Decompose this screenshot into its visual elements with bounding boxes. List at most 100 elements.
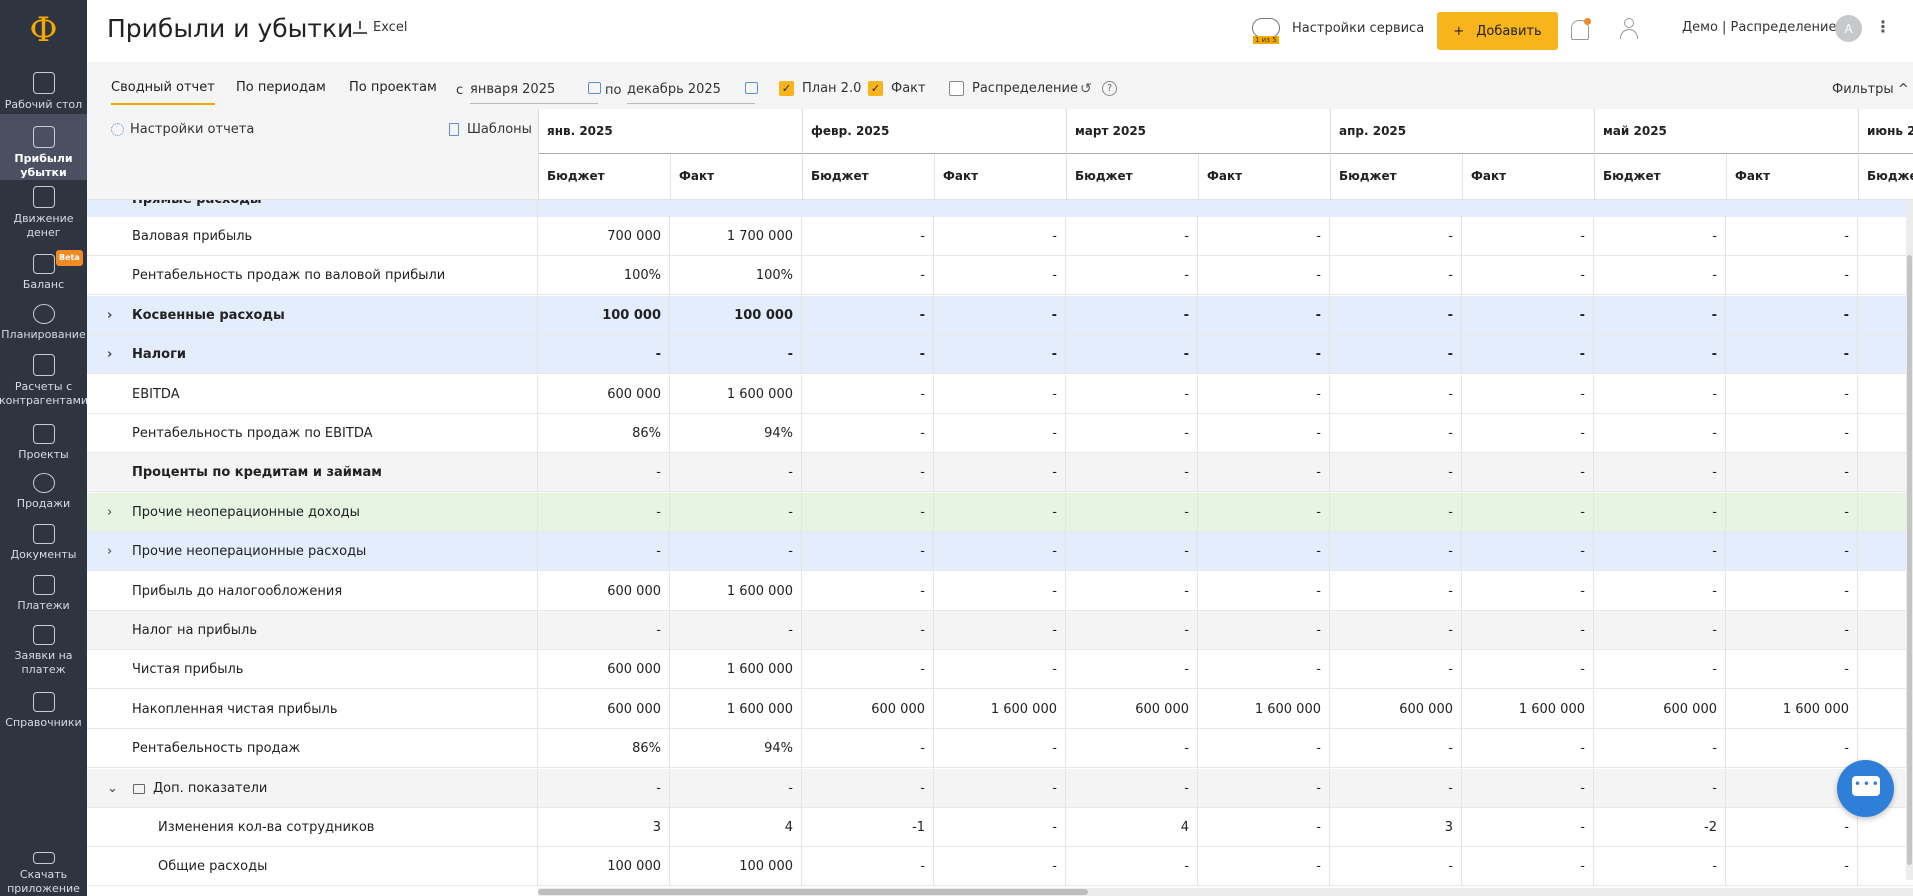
tab-summary[interactable]: Сводный отчет <box>111 80 215 105</box>
fact-cell[interactable]: - <box>934 768 1066 808</box>
budget-cell[interactable]: - <box>1858 414 1913 453</box>
budget-cell[interactable]: - <box>1066 414 1198 453</box>
fact-cell[interactable]: - <box>1726 414 1858 453</box>
budget-cell[interactable]: - <box>1330 335 1462 375</box>
templates-button[interactable]: Шаблоны <box>449 122 532 137</box>
budget-cell[interactable]: - <box>802 374 934 414</box>
budget-cell[interactable]: - <box>1594 729 1726 769</box>
fact-cell[interactable]: - <box>1198 571 1330 611</box>
budget-cell[interactable]: - <box>1330 571 1462 611</box>
budget-column-header[interactable]: Бюджет <box>1331 155 1463 200</box>
fact-cell[interactable]: - <box>934 335 1066 375</box>
budget-cell[interactable]: - <box>1594 847 1726 887</box>
fact-cell[interactable]: - <box>1726 335 1858 375</box>
budget-cell[interactable]: - <box>802 532 934 572</box>
budget-cell[interactable]: - <box>1594 492 1726 532</box>
chevron-down-icon[interactable]: ⌄ <box>107 781 118 796</box>
fact-cell[interactable]: - <box>1726 847 1858 887</box>
fact-cell[interactable]: - <box>934 571 1066 611</box>
budget-cell[interactable]: - <box>1066 295 1198 335</box>
table-row[interactable]: Общие расходы100 000100 000--------- <box>87 847 1913 887</box>
table-row[interactable]: Рентабельность продаж по валовой прибыли… <box>87 256 1913 296</box>
budget-cell[interactable]: - <box>538 532 670 572</box>
fact-cell[interactable]: - <box>1726 729 1858 769</box>
table-row[interactable]: Чистая прибыль600 0001 600 000--------- <box>87 650 1913 690</box>
budget-cell[interactable]: - <box>1330 768 1462 808</box>
table-row[interactable]: Прибыль до налогообложения 600 000 1 600 0… <box>87 571 1913 611</box>
budget-column-header[interactable]: Бюджет <box>803 155 935 200</box>
budget-cell[interactable]: - <box>1594 768 1726 808</box>
budget-cell[interactable]: - <box>538 492 670 532</box>
calendar-icon[interactable] <box>745 82 758 94</box>
budget-cell[interactable]: - <box>1594 414 1726 453</box>
budget-cell[interactable]: - <box>538 453 670 493</box>
fact-cell[interactable]: 94% <box>670 729 802 769</box>
reset-icon[interactable]: ↺ <box>1080 81 1092 97</box>
sidebar-item-0[interactable]: Рабочий стол <box>0 70 87 112</box>
fact-cell[interactable]: - <box>1462 808 1594 847</box>
budget-cell[interactable]: - <box>1594 611 1726 650</box>
budget-cell[interactable]: - <box>1330 414 1462 453</box>
fact-cell[interactable]: - <box>1198 374 1330 414</box>
budget-cell[interactable]: - <box>1594 335 1726 375</box>
fact-cell[interactable]: - <box>1726 256 1858 296</box>
plan-checkbox[interactable]: ✓ План 2.0 <box>779 81 861 96</box>
budget-cell[interactable]: - <box>1594 374 1726 414</box>
budget-cell[interactable]: - <box>1858 650 1913 689</box>
table-row[interactable]: Прямые расходы <box>87 200 1913 218</box>
table-row[interactable]: ›Прочие неоперационные доходы----------- <box>87 492 1913 532</box>
budget-cell[interactable]: 4 <box>1066 808 1198 847</box>
fact-cell[interactable]: - <box>934 808 1066 847</box>
table-row[interactable]: ›Налоги----------- <box>87 335 1913 375</box>
fact-cell[interactable]: - <box>1198 256 1330 296</box>
fact-cell[interactable]: 100 000 <box>670 295 802 335</box>
table-row[interactable]: Накопленная чистая прибыль 600 000 1 600 0… <box>87 689 1913 729</box>
budget-cell[interactable]: - <box>1330 847 1462 887</box>
distribution-checkbox[interactable]: Распределение <box>949 81 1078 96</box>
budget-cell[interactable]: 86% <box>538 729 670 769</box>
fact-cell[interactable]: - <box>934 532 1066 572</box>
fact-cell[interactable]: 94% <box>670 414 802 453</box>
more-menu-icon[interactable]: ⋮ <box>1875 17 1891 36</box>
budget-column-header[interactable]: Бюджет <box>1067 155 1199 200</box>
budget-cell[interactable]: - <box>802 453 934 493</box>
sidebar-item-6[interactable]: Проекты <box>0 422 87 462</box>
fact-cell[interactable]: - <box>934 847 1066 887</box>
fact-cell[interactable]: - <box>1462 374 1594 414</box>
chevron-right-icon[interactable]: › <box>107 347 112 362</box>
fact-cell[interactable]: - <box>934 611 1066 650</box>
help-icon[interactable]: ? <box>1102 81 1117 96</box>
budget-column-header[interactable]: Бюджет <box>1595 155 1727 200</box>
fact-cell[interactable]: - <box>1462 295 1594 335</box>
fact-cell[interactable]: - <box>1726 217 1858 256</box>
fact-cell[interactable]: - <box>1726 492 1858 532</box>
budget-cell[interactable]: - <box>1066 571 1198 611</box>
sidebar-item-7[interactable]: Продажи <box>0 471 87 511</box>
budget-cell[interactable]: - <box>1858 847 1913 886</box>
fact-cell[interactable]: 100 000 <box>670 847 802 887</box>
budget-cell[interactable]: 700 000 <box>538 217 670 256</box>
fact-cell[interactable]: - <box>934 650 1066 690</box>
budget-cell[interactable]: 3 <box>538 808 670 847</box>
fact-cell[interactable]: - <box>1462 650 1594 690</box>
fact-cell[interactable]: - <box>1726 611 1858 650</box>
budget-cell[interactable]: - <box>1066 256 1198 296</box>
budget-cell[interactable]: - <box>802 492 934 532</box>
budget-cell[interactable]: - <box>802 768 934 808</box>
tab-projects[interactable]: По проектам <box>349 80 437 95</box>
fact-column-header[interactable]: Факт <box>671 155 803 200</box>
budget-cell[interactable]: - <box>802 729 934 769</box>
table-row[interactable]: ⌄Доп. показатели----------- <box>87 768 1913 808</box>
fact-cell[interactable]: 1 600 000 <box>670 374 802 414</box>
fact-cell[interactable]: - <box>1198 768 1330 808</box>
budget-cell[interactable]: - <box>802 217 934 256</box>
fact-column-header[interactable]: Факт <box>1199 155 1331 200</box>
budget-cell[interactable]: - <box>538 335 670 375</box>
fact-cell[interactable]: - <box>670 492 802 532</box>
budget-cell[interactable]: - <box>802 295 934 335</box>
fact-cell[interactable]: - <box>1462 492 1594 532</box>
budget-cell[interactable]: 86% <box>538 414 670 453</box>
table-row[interactable]: Изменения кол-ва сотрудников 3 4 -1-4-3- -2-… <box>87 808 1913 847</box>
budget-cell[interactable]: - <box>1330 611 1462 650</box>
table-row[interactable]: Проценты по кредитам и займам----------- <box>87 453 1913 493</box>
